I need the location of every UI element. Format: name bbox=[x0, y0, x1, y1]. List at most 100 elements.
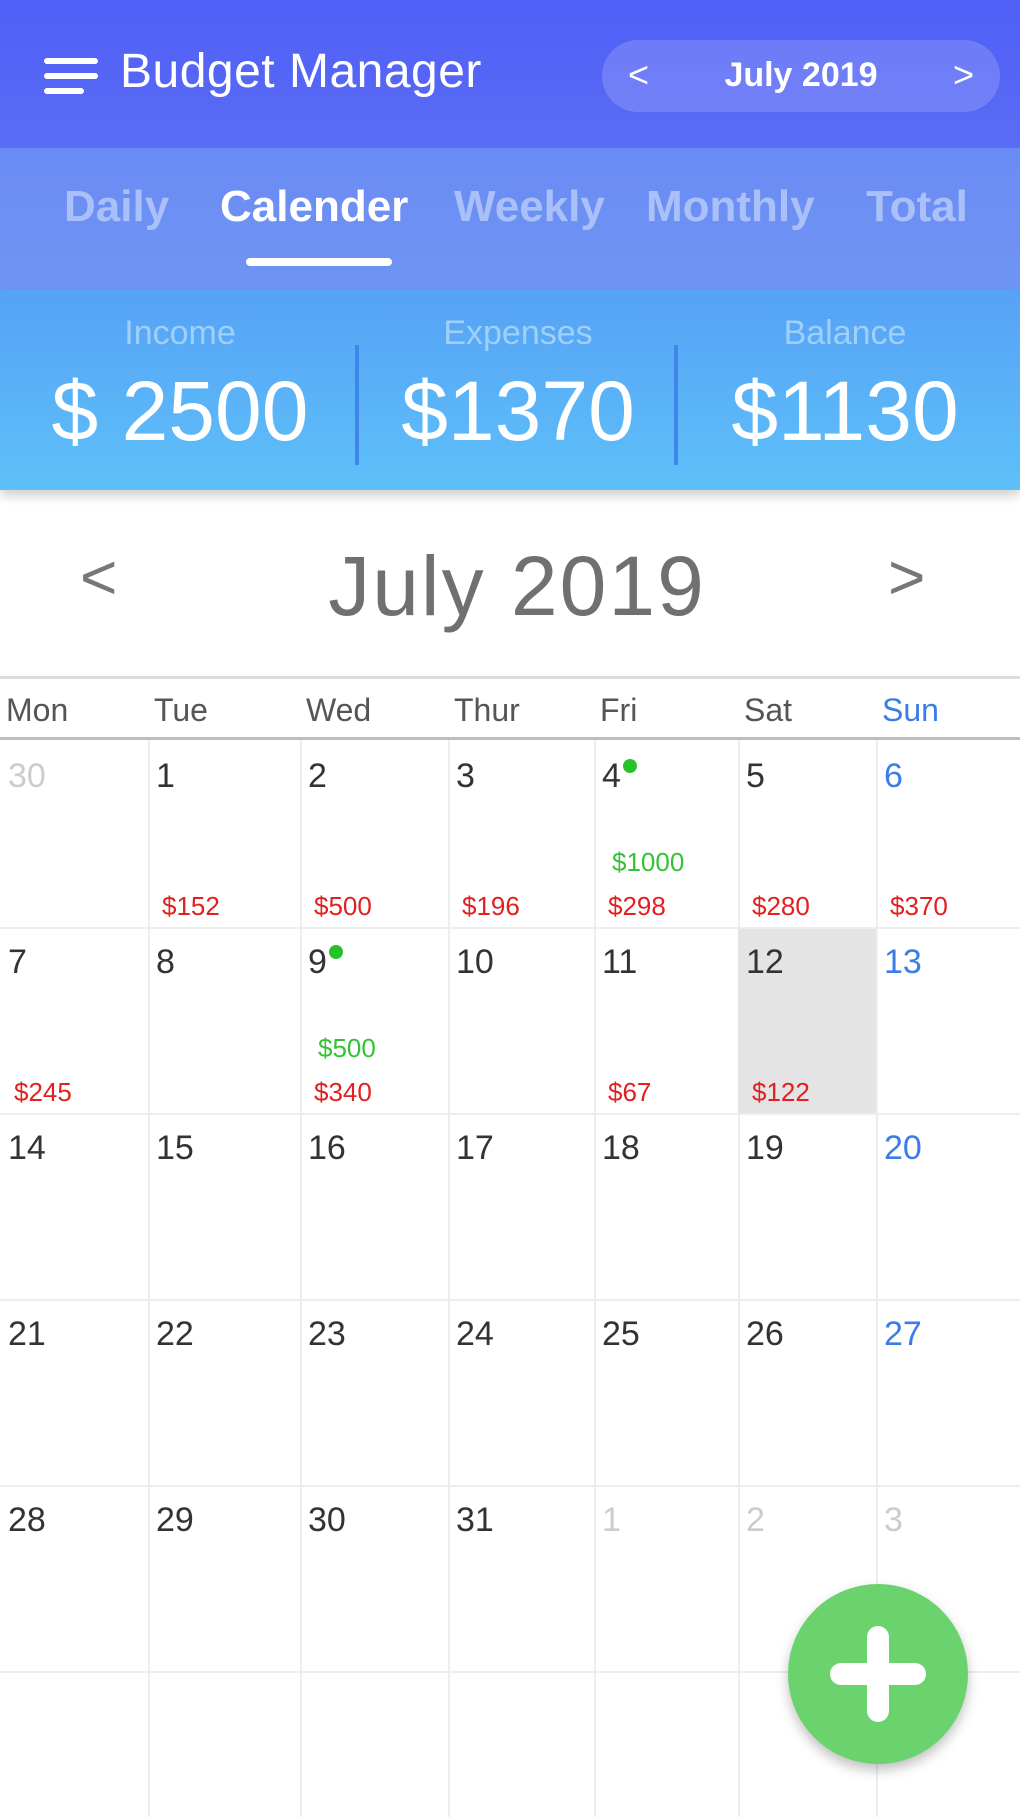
calendar-day-cell[interactable]: 27 bbox=[876, 1301, 1020, 1485]
calendar-day-cell[interactable]: 7 $245 bbox=[0, 929, 148, 1113]
tab-total[interactable]: Total bbox=[866, 182, 968, 232]
day-number: 28 bbox=[8, 1501, 46, 1539]
calendar-day-cell[interactable]: 31 bbox=[448, 1487, 594, 1671]
day-number: 29 bbox=[156, 1501, 194, 1539]
calendar-day-cell[interactable]: 6 $370 bbox=[876, 743, 1020, 927]
calendar-day-cell[interactable]: 14 bbox=[0, 1115, 148, 1299]
day-expense: $67 bbox=[608, 1077, 652, 1107]
expenses-summary: Expenses $1370 bbox=[360, 290, 676, 490]
day-number: 9 bbox=[308, 943, 327, 981]
calendar-day-cell[interactable]: 28 bbox=[0, 1487, 148, 1671]
balance-value: $1130 bbox=[731, 364, 959, 458]
add-entry-button[interactable] bbox=[788, 1584, 968, 1764]
calendar-day-cell[interactable]: 8 bbox=[148, 929, 300, 1113]
calendar-day-cell[interactable]: 1 $152 bbox=[148, 743, 300, 927]
expenses-value: $1370 bbox=[401, 364, 635, 458]
calendar-day-cell[interactable]: 3 $196 bbox=[448, 743, 594, 927]
day-number: 24 bbox=[456, 1315, 494, 1353]
day-number: 18 bbox=[602, 1129, 640, 1167]
weekday-label: Sat bbox=[744, 692, 793, 728]
tab-weekly[interactable]: Weekly bbox=[454, 182, 605, 232]
calendar-day-cell[interactable]: 1 bbox=[594, 1487, 738, 1671]
calendar-day-cell[interactable]: 10 bbox=[448, 929, 594, 1113]
day-number: 27 bbox=[884, 1315, 922, 1353]
calendar-day-cell[interactable]: 15 bbox=[148, 1115, 300, 1299]
month-prev-button[interactable]: < bbox=[628, 54, 649, 96]
day-number: 30 bbox=[308, 1501, 346, 1539]
day-number: 4 bbox=[602, 757, 621, 795]
summary-divider bbox=[674, 345, 678, 465]
weekday-label: Thur bbox=[454, 692, 520, 728]
day-number: 11 bbox=[602, 943, 638, 981]
weekday-label: Mon bbox=[6, 692, 69, 728]
calendar-week-row: 7 $245 8 9 $500 $340 10 11 $67 12 $122 13 bbox=[0, 929, 1020, 1115]
weekday-header: Mon Tue Wed Thur Fri Sat Sun bbox=[0, 676, 1020, 740]
calendar-month-title: July 2019 bbox=[328, 539, 706, 633]
weekday-label: Sun bbox=[882, 692, 939, 728]
balance-label: Balance bbox=[783, 314, 907, 352]
top-app-bar: Budget Manager < July 2019 > bbox=[0, 0, 1020, 148]
day-number: 1 bbox=[602, 1501, 621, 1539]
income-label: Income bbox=[124, 314, 236, 352]
calendar-day-cell[interactable]: 2 $500 bbox=[300, 743, 448, 927]
day-number: 1 bbox=[156, 757, 175, 795]
summary-divider bbox=[355, 345, 359, 465]
day-expense: $280 bbox=[752, 891, 810, 921]
calendar-day-cell[interactable]: 30 bbox=[0, 743, 148, 927]
weekday-label: Wed bbox=[306, 692, 372, 728]
menu-icon[interactable] bbox=[44, 56, 100, 96]
calendar-day-cell[interactable]: 17 bbox=[448, 1115, 594, 1299]
tab-calender[interactable]: Calender bbox=[220, 182, 408, 232]
day-number: 22 bbox=[156, 1315, 194, 1353]
day-number: 23 bbox=[308, 1315, 346, 1353]
day-number: 13 bbox=[884, 943, 922, 981]
day-number: 16 bbox=[308, 1129, 346, 1167]
day-number: 7 bbox=[8, 943, 27, 981]
calendar-day-cell[interactable]: 11 $67 bbox=[594, 929, 738, 1113]
day-number: 3 bbox=[456, 757, 475, 795]
day-expense: $340 bbox=[314, 1077, 372, 1107]
day-number: 17 bbox=[456, 1129, 494, 1167]
day-number: 3 bbox=[884, 1501, 903, 1539]
month-next-button[interactable]: > bbox=[953, 54, 974, 96]
day-number: 21 bbox=[8, 1315, 46, 1353]
calendar-day-cell[interactable]: 30 bbox=[300, 1487, 448, 1671]
day-income: $1000 bbox=[612, 847, 685, 877]
calendar-day-cell[interactable]: 4 $1000 $298 bbox=[594, 743, 738, 927]
calendar-day-cell[interactable]: 24 bbox=[448, 1301, 594, 1485]
calendar-day-cell[interactable]: 13 bbox=[876, 929, 1020, 1113]
day-number: 19 bbox=[746, 1129, 784, 1167]
calendar-day-today[interactable]: 12 $122 bbox=[738, 929, 876, 1113]
tab-monthly[interactable]: Monthly bbox=[646, 182, 815, 232]
calendar-day-cell[interactable]: 26 bbox=[738, 1301, 876, 1485]
calendar-day-cell[interactable]: 16 bbox=[300, 1115, 448, 1299]
day-number: 20 bbox=[884, 1129, 922, 1167]
day-number: 2 bbox=[308, 757, 327, 795]
day-number: 10 bbox=[456, 943, 494, 981]
day-number: 5 bbox=[746, 757, 765, 795]
day-number: 30 bbox=[8, 757, 46, 795]
day-number: 26 bbox=[746, 1315, 784, 1353]
calendar-day-cell[interactable]: 20 bbox=[876, 1115, 1020, 1299]
weekday-label: Fri bbox=[600, 692, 638, 728]
tab-daily[interactable]: Daily bbox=[64, 182, 169, 232]
day-number: 15 bbox=[156, 1129, 194, 1167]
day-number: 2 bbox=[746, 1501, 765, 1539]
day-expense: $500 bbox=[314, 891, 372, 921]
plus-icon-stem bbox=[867, 1626, 889, 1722]
calendar-next-button[interactable]: > bbox=[888, 540, 925, 614]
calendar-day-cell[interactable]: 21 bbox=[0, 1301, 148, 1485]
calendar-day-cell[interactable]: 29 bbox=[148, 1487, 300, 1671]
day-income: $500 bbox=[318, 1033, 376, 1063]
calendar-day-cell[interactable]: 22 bbox=[148, 1301, 300, 1485]
expenses-label: Expenses bbox=[443, 314, 593, 352]
calendar-day-cell[interactable]: 23 bbox=[300, 1301, 448, 1485]
month-selector-label[interactable]: July 2019 bbox=[662, 56, 940, 95]
calendar-day-cell[interactable]: 25 bbox=[594, 1301, 738, 1485]
calendar-day-cell[interactable]: 18 bbox=[594, 1115, 738, 1299]
calendar-day-cell[interactable]: 9 $500 $340 bbox=[300, 929, 448, 1113]
day-expense: $245 bbox=[14, 1077, 72, 1107]
income-summary: Income $ 2500 bbox=[0, 290, 360, 490]
calendar-day-cell[interactable]: 5 $280 bbox=[738, 743, 876, 927]
calendar-day-cell[interactable]: 19 bbox=[738, 1115, 876, 1299]
